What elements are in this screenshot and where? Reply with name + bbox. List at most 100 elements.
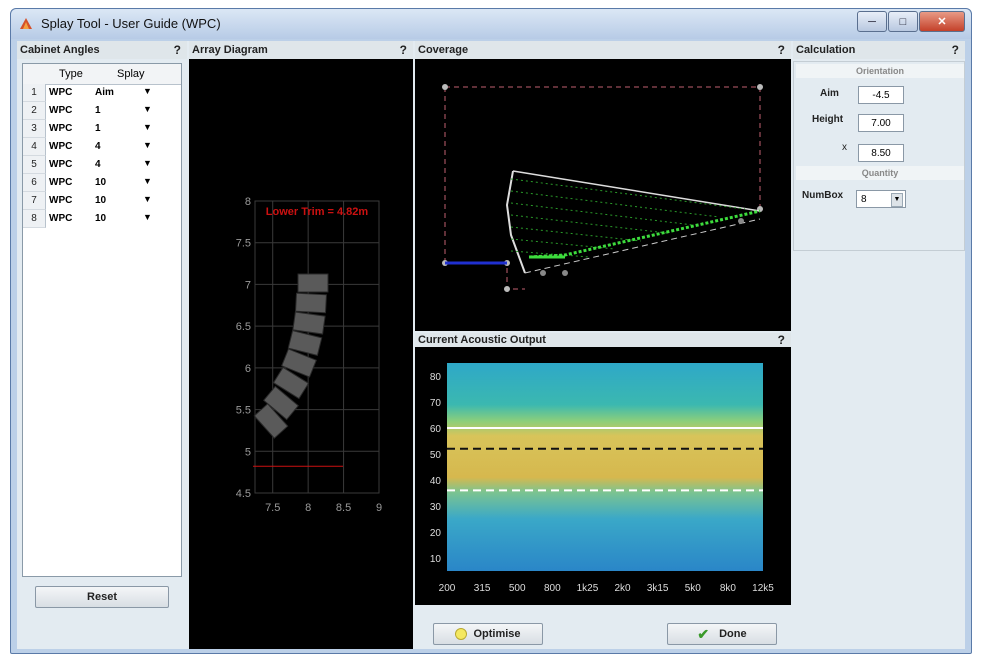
array-help-icon[interactable]: ? <box>400 41 407 59</box>
row-splay[interactable]: 4 <box>95 141 101 152</box>
dropdown-arrow-icon: ▼ <box>891 193 903 207</box>
array-diagram-plot: 8 7.5 7 6.5 6 5.5 5 4.5 7.5 8 8.5 9 Lower Trim = 4.8… <box>236 196 382 514</box>
chevron-down-icon[interactable]: ▼ <box>143 176 152 186</box>
table-row[interactable]: 2 WPC 1 ▼ <box>23 102 181 120</box>
audience-coverage <box>528 209 761 259</box>
x-tick-label: 315 <box>474 583 491 594</box>
cabinet-table: Type Splay 1 WPC Aim ▼ 2 WPC 1 ▼ 3 WPC 1 ▼… <box>22 63 182 577</box>
row-splay[interactable]: 10 <box>95 177 106 188</box>
close-icon: ✕ <box>937 16 947 28</box>
title-bar: Splay Tool - User Guide (WPC) ─ □ ✕ <box>11 9 971 39</box>
cabinet-box <box>297 273 329 293</box>
acoustic-help-icon[interactable]: ? <box>778 333 785 347</box>
aim-label: Aim <box>820 88 839 99</box>
x-field[interactable]: 8.50 <box>858 144 904 162</box>
y-tick-label: 80 <box>430 372 442 383</box>
coverage-help-icon[interactable]: ? <box>778 41 785 59</box>
row-splay[interactable]: Aim <box>95 87 114 98</box>
y-tick-label: 70 <box>430 398 442 409</box>
x-tick-label: 1k25 <box>577 583 599 594</box>
x-tick-label: 8k0 <box>720 583 737 594</box>
chevron-down-icon[interactable]: ▼ <box>143 212 152 222</box>
cabinet-angles-panel: Cabinet Angles? Type Splay 1 WPC Aim ▼ 2 … <box>17 41 187 649</box>
row-splay[interactable]: 1 <box>95 123 101 134</box>
boundary-vertex <box>757 84 763 90</box>
chevron-down-icon[interactable]: ▼ <box>143 158 152 168</box>
matlab-icon <box>20 18 32 29</box>
y-tick-label: 10 <box>430 554 442 565</box>
x-tick-label: 5k0 <box>685 583 702 594</box>
acoustic-output-plot: 80 70 60 50 40 30 20 10 200 315 500 800 1k25 2k0 3k15 5… <box>430 363 774 594</box>
minimize-icon: ─ <box>868 15 876 28</box>
row-index: 6 <box>23 174 46 192</box>
coverage-panel: Coverage? <box>415 41 791 331</box>
row-index: 8 <box>23 210 46 228</box>
row-type: WPC <box>49 177 73 188</box>
row-index: 7 <box>23 192 46 210</box>
column-splay-header: Splay <box>117 68 145 80</box>
calculation-help-icon[interactable]: ? <box>952 41 959 59</box>
coverage-point <box>540 270 546 276</box>
coverage-heading: Coverage? <box>415 41 791 59</box>
checkmark-icon: ✔ <box>697 625 710 642</box>
chevron-down-icon[interactable]: ▼ <box>143 86 152 96</box>
close-button[interactable]: ✕ <box>919 11 965 32</box>
row-splay[interactable]: 10 <box>95 195 106 206</box>
x-tick-label: 7.5 <box>265 502 280 514</box>
array-diagram-title: Array Diagram <box>192 44 268 56</box>
quantity-section: Quantity <box>796 166 964 180</box>
coverage-ray <box>510 178 746 210</box>
table-row[interactable]: 6 WPC 10 ▼ <box>23 174 181 192</box>
table-row[interactable]: 1 WPC Aim ▼ <box>23 84 181 102</box>
chevron-down-icon[interactable]: ▼ <box>143 140 152 150</box>
y-tick-label: 8 <box>245 196 251 208</box>
coverage-plot <box>442 84 763 292</box>
row-splay[interactable]: 4 <box>95 159 101 170</box>
table-row[interactable]: 4 WPC 4 ▼ <box>23 138 181 156</box>
row-type: WPC <box>49 87 73 98</box>
lower-coverage-line <box>524 218 761 274</box>
y-tick-label: 6.5 <box>236 321 251 333</box>
y-tick-label: 40 <box>430 476 442 487</box>
table-row[interactable]: 3 WPC 1 ▼ <box>23 120 181 138</box>
x-tick-label: 9 <box>376 502 382 514</box>
chevron-down-icon[interactable]: ▼ <box>143 122 152 132</box>
table-row[interactable]: 7 WPC 10 ▼ <box>23 192 181 210</box>
aim-field[interactable]: -4.5 <box>858 86 904 104</box>
optimise-button[interactable]: Optimise <box>433 623 543 645</box>
row-splay[interactable]: 10 <box>95 213 106 224</box>
numbox-select[interactable]: 8 ▼ <box>856 190 906 208</box>
maximize-button[interactable]: □ <box>888 11 918 32</box>
minimize-button[interactable]: ─ <box>857 11 887 32</box>
window-title: Splay Tool - User Guide (WPC) <box>41 16 221 31</box>
lower-trim-label: Lower Trim = 4.82m <box>266 206 369 218</box>
cabinet-help-icon[interactable]: ? <box>174 41 181 59</box>
array-diagram-heading: Array Diagram? <box>189 41 413 59</box>
x-tick-label: 200 <box>439 583 456 594</box>
chevron-down-icon[interactable]: ▼ <box>143 104 152 114</box>
done-button[interactable]: ✔ Done <box>667 623 777 645</box>
coverage-title: Coverage <box>418 44 469 56</box>
table-row[interactable]: 8 WPC 10 ▼ <box>23 210 181 228</box>
y-tick-label: 30 <box>430 502 442 513</box>
row-type: WPC <box>49 141 73 152</box>
coverage-ray <box>510 202 694 226</box>
height-field[interactable]: 7.00 <box>858 114 904 132</box>
upper-coverage-line <box>512 170 761 212</box>
row-type: WPC <box>49 159 73 170</box>
acoustic-output-title: Current Acoustic Output <box>418 334 546 346</box>
y-tick-label: 60 <box>430 424 442 435</box>
y-tick-label: 6 <box>245 363 251 375</box>
x-tick-label: 8.5 <box>336 502 351 514</box>
optimise-label: Optimise <box>473 628 521 640</box>
reset-button[interactable]: Reset <box>35 586 169 608</box>
orientation-section: Orientation <box>796 64 964 78</box>
numbox-label: NumBox <box>802 190 844 201</box>
x-tick-label: 500 <box>509 583 526 594</box>
table-row[interactable]: 5 WPC 4 ▼ <box>23 156 181 174</box>
column-type-header: Type <box>59 68 83 80</box>
row-splay[interactable]: 1 <box>95 105 101 116</box>
chevron-down-icon[interactable]: ▼ <box>143 194 152 204</box>
cabinet-box <box>295 292 327 314</box>
x-tick-label: 2k0 <box>614 583 631 594</box>
